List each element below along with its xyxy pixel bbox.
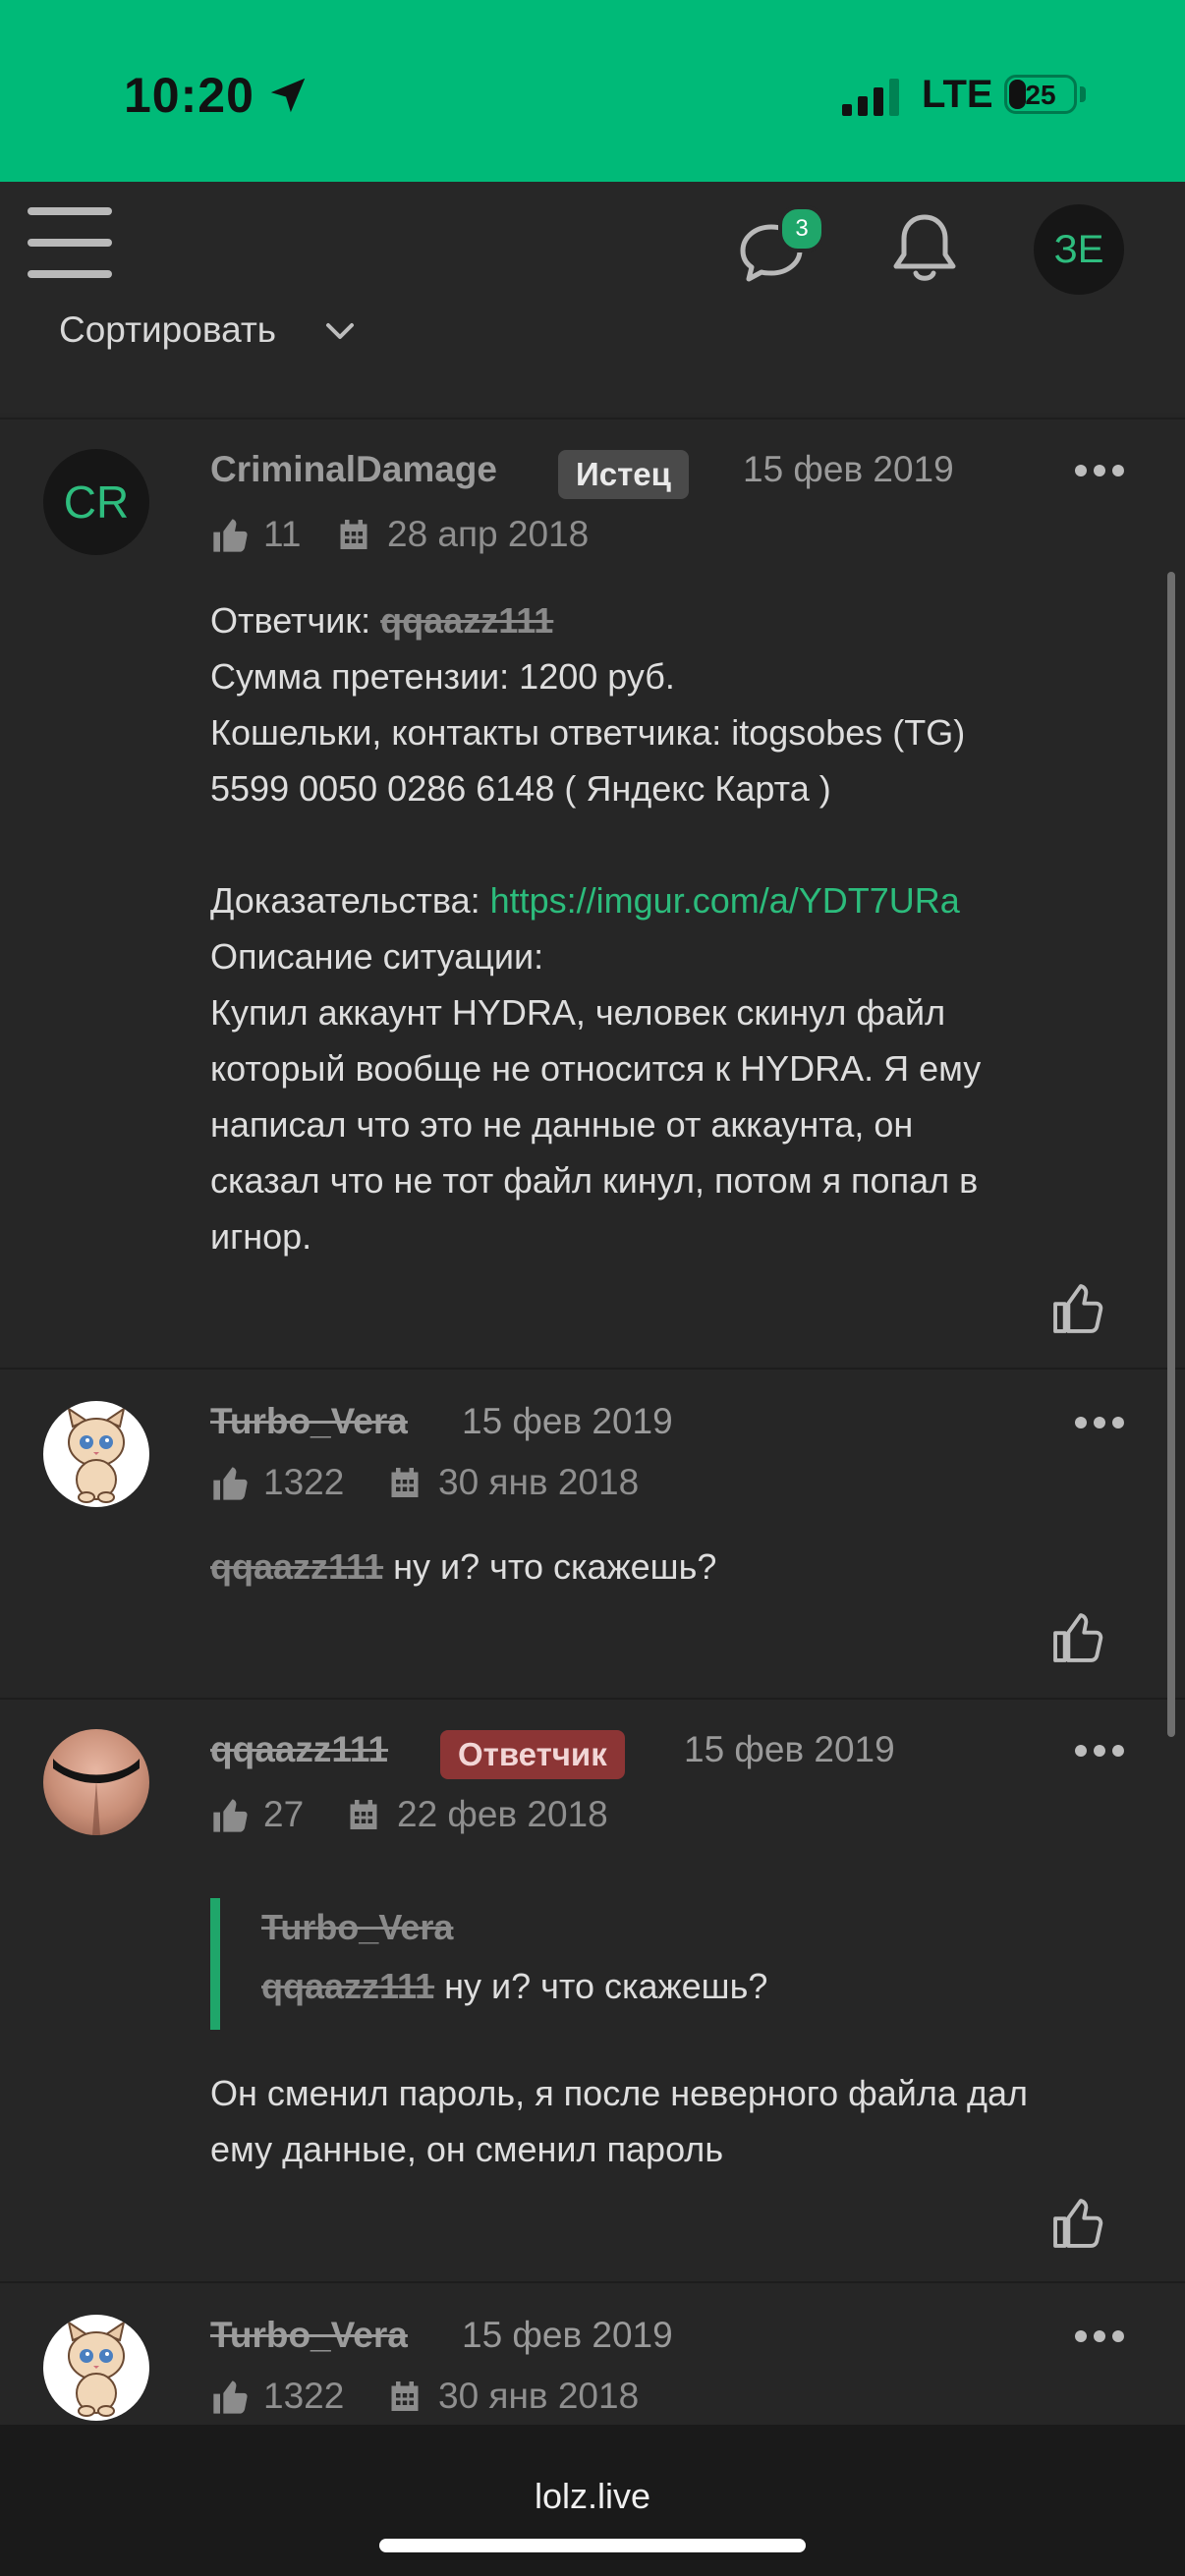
- like-count: 11: [263, 514, 302, 554]
- claim-line: Сумма претензии: 1200 руб.: [210, 656, 675, 697]
- battery-level: 25: [1025, 80, 1056, 110]
- home-indicator[interactable]: [379, 2539, 806, 2552]
- network-type: LTE: [922, 73, 993, 116]
- post: Turbo_Vera 15 фев 2019 1322 30 янв 2018 …: [0, 1370, 1185, 1700]
- like-button-icon[interactable]: [1049, 1280, 1106, 1337]
- like-count-icon: [213, 1467, 248, 1500]
- defendant-link[interactable]: qqaazz111: [380, 600, 553, 641]
- description-line: который вообще не относится к HYDRA. Я е…: [210, 1048, 982, 1089]
- quote-text: qqaazz111 ну и? что скажешь?: [261, 1966, 768, 2006]
- page: 10:20 LTE 25 3 ЗЕ Сортировать CR Crimina…: [0, 0, 1185, 2576]
- battery-cap: [1080, 86, 1086, 102]
- more-options-button[interactable]: [1075, 1744, 1132, 1764]
- post-date[interactable]: 15 фев 2019: [743, 449, 954, 490]
- menu-icon[interactable]: [28, 207, 112, 278]
- chevron-down-icon[interactable]: [322, 319, 358, 343]
- evidence-link[interactable]: https://imgur.com/a/YDT7URa: [490, 880, 960, 921]
- post-text-line: ему данные, он сменил пароль: [210, 2129, 724, 2169]
- post-date[interactable]: 15 фев 2019: [462, 1401, 673, 1442]
- post: Turbo_Vera 15 фев 2019 1322 30 янв 2018: [0, 2283, 1185, 2425]
- post-body: Он сменил пароль, я после неверного файл…: [210, 2065, 1134, 2177]
- evidence-line: Доказательства: https://imgur.com/a/YDT7…: [210, 880, 960, 921]
- cat-avatar-icon: [67, 1406, 126, 1503]
- like-count: 1322: [263, 2376, 345, 2416]
- post-text-line: Он сменил пароль, я после неверного файл…: [210, 2073, 1028, 2113]
- calendar-icon: [391, 1468, 419, 1497]
- like-count: 27: [263, 1794, 305, 1834]
- cat-avatar-icon: [67, 2320, 126, 2417]
- like-button-icon[interactable]: [1049, 2195, 1106, 2252]
- location-arrow-icon: [270, 78, 306, 113]
- card-line: 5599 0050 0286 6148 ( Яндекс Карта ): [210, 768, 831, 809]
- description-line: сказал что не тот файл кинул, потом я по…: [210, 1160, 979, 1201]
- calendar-icon: [350, 1800, 377, 1829]
- post-body: qqaazz111 ну и? что скажешь?: [210, 1539, 1134, 1595]
- description-line: игнор.: [210, 1216, 312, 1257]
- quote-block: Turbo_Vera qqaazz111 ну и? что скажешь?: [210, 1898, 1095, 2030]
- plaintiff-tag: Истец: [558, 450, 689, 499]
- defendant-line: Ответчик: qqaazz111: [210, 600, 554, 641]
- contacts-line: Кошельки, контакты ответчика: itogsobes …: [210, 712, 966, 753]
- quote-author[interactable]: Turbo_Vera: [261, 1898, 1095, 1957]
- join-date: 28 апр 2018: [387, 514, 590, 554]
- avatar[interactable]: CR: [43, 449, 149, 555]
- description-line: Купил аккаунт HYDRA, человек скинул файл: [210, 992, 946, 1033]
- user-avatar[interactable]: ЗЕ: [1034, 204, 1124, 295]
- like-button-icon[interactable]: [1049, 1609, 1106, 1666]
- join-date: 22 фев 2018: [397, 1794, 608, 1834]
- photo-avatar-icon: [53, 1759, 140, 1835]
- sort-button[interactable]: Сортировать: [59, 309, 276, 351]
- url-text[interactable]: lolz.live: [0, 2476, 1185, 2517]
- calendar-icon: [340, 520, 367, 549]
- join-date: 30 янв 2018: [438, 1462, 640, 1502]
- avatar[interactable]: [43, 1401, 149, 1507]
- post-date[interactable]: 15 фев 2019: [684, 1729, 895, 1770]
- post-author[interactable]: qqaazz111: [210, 1729, 388, 1770]
- like-count: 1322: [263, 1462, 345, 1502]
- post-author[interactable]: Turbo_Vera: [210, 2315, 408, 2356]
- post-author[interactable]: Turbo_Vera: [210, 1401, 408, 1442]
- like-count-icon: [213, 1799, 248, 1832]
- calendar-icon: [391, 2381, 419, 2411]
- conversations-button[interactable]: 3: [737, 205, 825, 284]
- browser-url-bar[interactable]: lolz.live: [0, 2425, 1185, 2576]
- description-label: Описание ситуации:: [210, 936, 544, 977]
- more-options-button[interactable]: [1075, 2329, 1132, 2349]
- mention-link[interactable]: qqaazz111: [261, 1966, 434, 2006]
- top-nav: 3 ЗЕ Сортировать: [0, 182, 1185, 420]
- status-time: 10:20: [124, 68, 254, 123]
- post-text: ну и? что скажешь?: [393, 1546, 717, 1587]
- like-count-icon: [213, 519, 248, 552]
- bell-icon[interactable]: [890, 211, 959, 286]
- avatar[interactable]: [43, 2315, 149, 2421]
- battery-icon: 25: [1004, 75, 1077, 114]
- scrollbar[interactable]: [1167, 572, 1175, 1737]
- status-bar: 10:20 LTE 25: [0, 0, 1185, 182]
- defendant-tag: Ответчик: [440, 1730, 625, 1779]
- more-options-button[interactable]: [1075, 1416, 1132, 1435]
- join-date: 30 янв 2018: [438, 2376, 640, 2416]
- chat-badge: 3: [778, 205, 825, 252]
- avatar[interactable]: [43, 1729, 149, 1835]
- more-options-button[interactable]: [1075, 464, 1132, 483]
- description-line: написал что это не данные от аккаунта, о…: [210, 1104, 914, 1145]
- signal-icon: [842, 79, 899, 116]
- post: CR CriminalDamage Истец 15 фев 2019 11 2…: [0, 420, 1185, 1370]
- post-date[interactable]: 15 фев 2019: [462, 2315, 673, 2356]
- post: qqaazz111 Ответчик 15 фев 2019 27 22 фев…: [0, 1700, 1185, 2283]
- mention-link[interactable]: qqaazz111: [210, 1546, 383, 1587]
- like-count-icon: [213, 2380, 248, 2414]
- post-body: Ответчик: qqaazz111 Сумма претензии: 120…: [210, 592, 1134, 1264]
- post-author[interactable]: CriminalDamage: [210, 449, 497, 490]
